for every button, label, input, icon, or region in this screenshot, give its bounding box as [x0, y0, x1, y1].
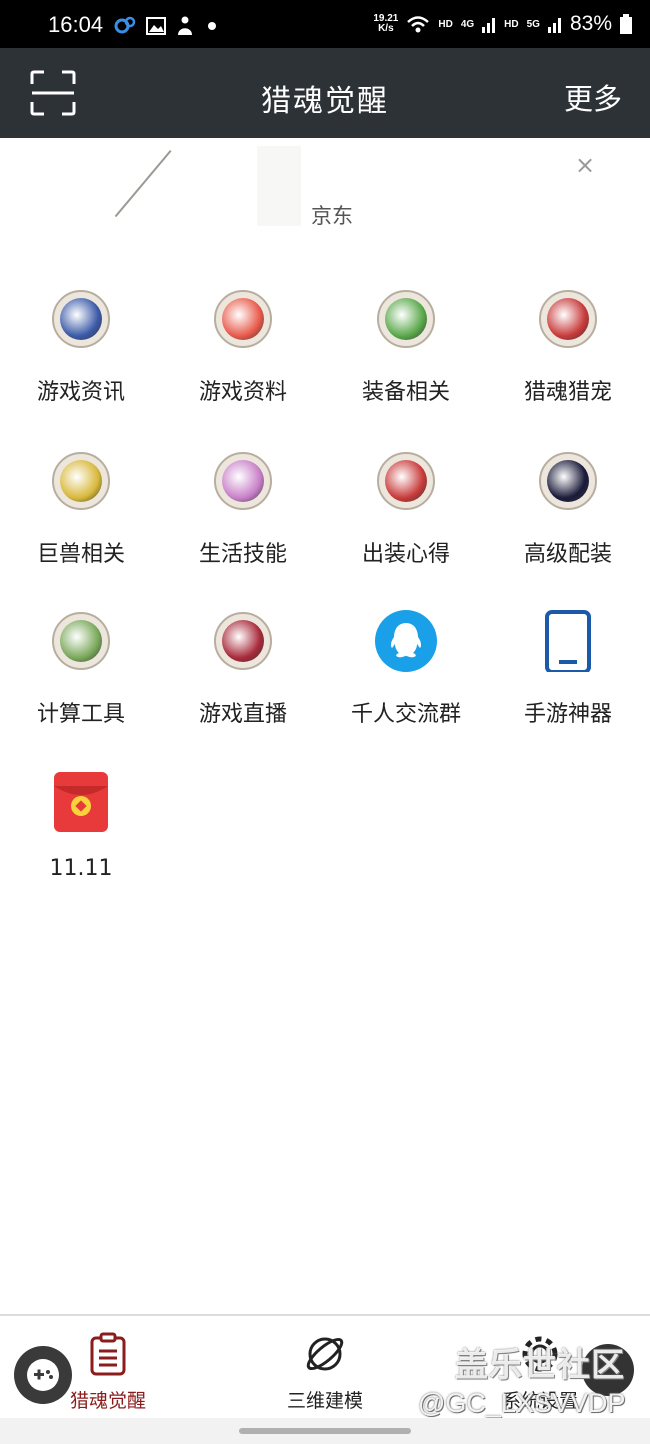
person-icon: [178, 16, 192, 35]
status-icons-left: [114, 16, 220, 36]
menu-item[interactable]: 出装心得: [325, 450, 487, 590]
planet-icon: [306, 1337, 344, 1371]
gamepad-icon: [27, 1359, 59, 1391]
floating-game-button[interactable]: [14, 1346, 72, 1404]
equipment-icon: [375, 288, 437, 350]
beast-icon: [50, 450, 112, 512]
page-title: 猎魂觉醒: [261, 84, 389, 119]
menu-item[interactable]: 生活技能: [162, 450, 324, 590]
battery-icon: [620, 14, 632, 34]
menu-item-label: 千人交流群: [350, 702, 461, 727]
menu-item-label: 手游神器: [523, 702, 612, 727]
net-speed-unit: K/s: [378, 23, 394, 34]
signal-icon: [482, 18, 496, 33]
ad-close-button[interactable]: ×: [572, 152, 598, 178]
net-speed: 19.21 K/s: [373, 14, 398, 34]
menu-item[interactable]: 游戏直播: [162, 610, 324, 750]
phone-icon: [537, 610, 599, 674]
more-button[interactable]: 更多: [564, 76, 622, 118]
menu-item[interactable]: 11.11: [0, 770, 162, 910]
game-news-icon: [50, 288, 112, 350]
hd-label-1: HD: [438, 18, 453, 30]
status-bar: 16:04 19.21 K/s HD 4G HD 5G 83%: [0, 0, 650, 48]
wifi-icon: [407, 16, 430, 33]
settings-cog-icon: [114, 16, 136, 34]
nav-label: 三维建模: [286, 1390, 363, 1412]
status-icons-right: 19.21 K/s HD 4G HD 5G 83%: [373, 12, 632, 36]
live-stream-icon: [212, 610, 274, 672]
menu-item[interactable]: 猎魂猎宠: [487, 288, 649, 428]
menu-item-label: 高级配装: [523, 542, 612, 567]
red-envelope-icon: [50, 770, 112, 832]
watermark-sub: @GC_LXSVVDP: [418, 1388, 626, 1418]
menu-item-label: 11.11: [49, 856, 113, 881]
menu-item[interactable]: 巨兽相关: [0, 450, 162, 590]
menu-item-label: 装备相关: [361, 380, 450, 405]
dot-icon: [208, 22, 216, 30]
menu-item-label: 游戏资讯: [36, 380, 125, 405]
menu-item[interactable]: 高级配装: [487, 450, 649, 590]
life-skill-icon: [212, 450, 274, 512]
menu-item-label: 猎魂猎宠: [523, 380, 612, 405]
gesture-handle[interactable]: [239, 1428, 411, 1434]
menu-item-label: 游戏资料: [198, 380, 287, 405]
menu-item[interactable]: 手游神器: [487, 610, 649, 750]
ad-image: [257, 146, 301, 226]
menu-item[interactable]: 装备相关: [325, 288, 487, 428]
clipboard-icon: [90, 1332, 126, 1376]
app-header: 猎魂觉醒 更多: [0, 48, 650, 138]
ad-banner[interactable]: [0, 138, 650, 250]
menu-item[interactable]: 千人交流群: [325, 610, 487, 750]
network-label-2: 5G: [526, 18, 540, 30]
pet-icon: [537, 288, 599, 350]
menu-item-label: 生活技能: [198, 542, 287, 567]
ad-label[interactable]: 京东: [311, 200, 353, 230]
menu-item-label: 出装心得: [361, 542, 450, 567]
menu-item-label: 游戏直播: [198, 702, 287, 727]
battery-percent: 83%: [569, 12, 612, 35]
calculator-icon: [50, 610, 112, 672]
nav-item-3d[interactable]: 三维建模: [245, 1332, 405, 1413]
menu-item[interactable]: 计算工具: [0, 610, 162, 750]
image-icon: [146, 17, 166, 35]
game-data-icon: [212, 288, 274, 350]
network-label-1: 4G: [460, 18, 475, 30]
menu-item-label: 计算工具: [36, 702, 125, 727]
advanced-build-icon: [537, 450, 599, 512]
hd-label-2: HD: [504, 18, 519, 30]
watermark-main: 盖乐世社区: [455, 1345, 625, 1384]
qq-group-icon: [375, 610, 437, 672]
menu-item-label: 巨兽相关: [36, 542, 125, 567]
menu-item[interactable]: 游戏资讯: [0, 288, 162, 428]
status-time: 16:04: [48, 12, 104, 37]
signal-icon-2: [547, 18, 561, 33]
menu-item[interactable]: 游戏资料: [162, 288, 324, 428]
build-guide-icon: [375, 450, 437, 512]
gesture-area: [0, 1418, 650, 1444]
